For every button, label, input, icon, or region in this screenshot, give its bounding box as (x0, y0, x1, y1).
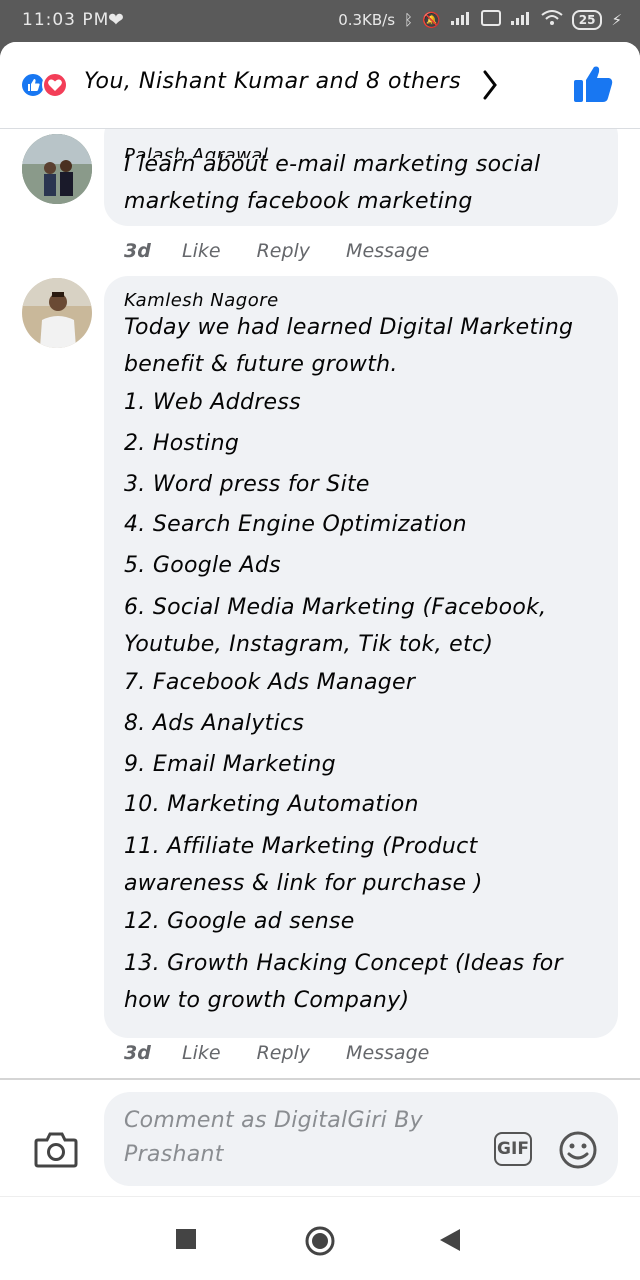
emoji-icon[interactable] (558, 1130, 598, 1170)
network-speed: 0.3KB/s (338, 11, 396, 29)
chevron-right-icon[interactable] (482, 68, 498, 102)
avatar[interactable] (22, 134, 92, 204)
like-link[interactable]: Like (182, 1042, 221, 1064)
list-item: 13. Growth Hacking Concept (Ideas for (124, 950, 563, 976)
status-bar: 11:03 PM ❤ 0.3KB/s ᛒ 🔕 25 ⚡ (0, 0, 640, 42)
bluetooth-icon: ᛒ (404, 11, 414, 29)
list-item: 10. Marketing Automation (124, 792, 419, 818)
comment-input[interactable]: Comment as DigitalGiri By Prashant GIF (104, 1092, 618, 1186)
volte-icon (480, 10, 501, 30)
list-item: 11. Affiliate Marketing (Product (124, 834, 478, 860)
gif-button[interactable]: GIF (494, 1132, 532, 1166)
like-link[interactable]: Like (182, 240, 221, 262)
reaction-icons (20, 72, 80, 98)
list-item: awareness & link for purchase ) (124, 871, 483, 897)
list-item: how to growth Company) (124, 987, 410, 1013)
comment-time: 3d (124, 240, 151, 262)
reply-link[interactable]: Reply (257, 240, 310, 262)
status-time: 11:03 PM (22, 10, 110, 30)
comment-intro: Today we had learned Digital Marketing b… (124, 315, 574, 377)
comment-author[interactable]: Palash Agrawal (124, 144, 268, 158)
navigation-bar (0, 1196, 640, 1280)
heart-icon: ❤ (108, 9, 124, 31)
message-link[interactable]: Message (346, 1042, 429, 1064)
comment-placeholder: Comment as DigitalGiri By Prashant (124, 1108, 423, 1167)
list-item: 2. Hosting (124, 430, 240, 456)
mute-icon: 🔕 (422, 11, 441, 29)
message-link[interactable]: Message (346, 240, 429, 262)
list-item: 4. Search Engine Optimization (124, 512, 467, 538)
recents-button[interactable] (176, 1229, 196, 1249)
battery-icon: 25 (571, 10, 603, 30)
comment-item: Palash Agrawal I learn about e-mail mark… (0, 112, 640, 282)
list-item: Youtube, Instagram, Tik tok, etc) (124, 631, 494, 657)
camera-icon[interactable] (34, 1130, 78, 1168)
avatar[interactable] (22, 278, 92, 348)
list-item: 1. Web Address (124, 390, 301, 415)
list-item: 3. Word press for Site (124, 471, 370, 497)
signal-icon (450, 11, 472, 29)
back-button[interactable] (438, 1227, 462, 1253)
comment-composer: Comment as DigitalGiri By Prashant GIF (0, 1078, 640, 1196)
comments-sheet: You, Nishant Kumar and 8 others Palash A… (0, 42, 640, 1280)
list-item: 7. Facebook Ads Manager (124, 669, 416, 695)
home-button[interactable] (304, 1225, 336, 1257)
list-item: 8. Ads Analytics (124, 710, 305, 736)
reactions-summary[interactable]: You, Nishant Kumar and 8 others (84, 69, 461, 94)
list-item: 6. Social Media Marketing (Facebook, (124, 594, 547, 620)
comment-bubble[interactable]: Kamlesh Nagore Today we had learned Digi… (104, 276, 618, 1038)
status-icons: 0.3KB/s ᛒ 🔕 25 ⚡ (338, 10, 622, 30)
signal-icon-2 (510, 11, 532, 29)
reactions-bar[interactable]: You, Nishant Kumar and 8 others (0, 42, 640, 129)
like-button-icon[interactable] (572, 64, 614, 104)
wifi-icon (541, 10, 563, 30)
comment-actions: 3d Like Reply Message (124, 1042, 465, 1064)
list-item: 5. Google Ads (124, 553, 281, 579)
reply-link[interactable]: Reply (257, 1042, 310, 1064)
comment-list: 1. Web Address 2. Hosting 3. Word press … (124, 383, 598, 1019)
comment-author[interactable]: Kamlesh Nagore (124, 290, 598, 311)
list-item: 9. Email Marketing (124, 751, 336, 777)
comment-item: Kamlesh Nagore Today we had learned Digi… (0, 276, 640, 1076)
love-reaction-icon (42, 72, 68, 98)
comment-bubble[interactable]: Palash Agrawal I learn about e-mail mark… (104, 112, 618, 226)
list-item: 12. Google ad sense (124, 909, 355, 935)
comment-time: 3d (124, 1042, 151, 1064)
comment-actions: 3d Like Reply Message (124, 240, 465, 262)
charging-icon: ⚡ (611, 11, 622, 29)
